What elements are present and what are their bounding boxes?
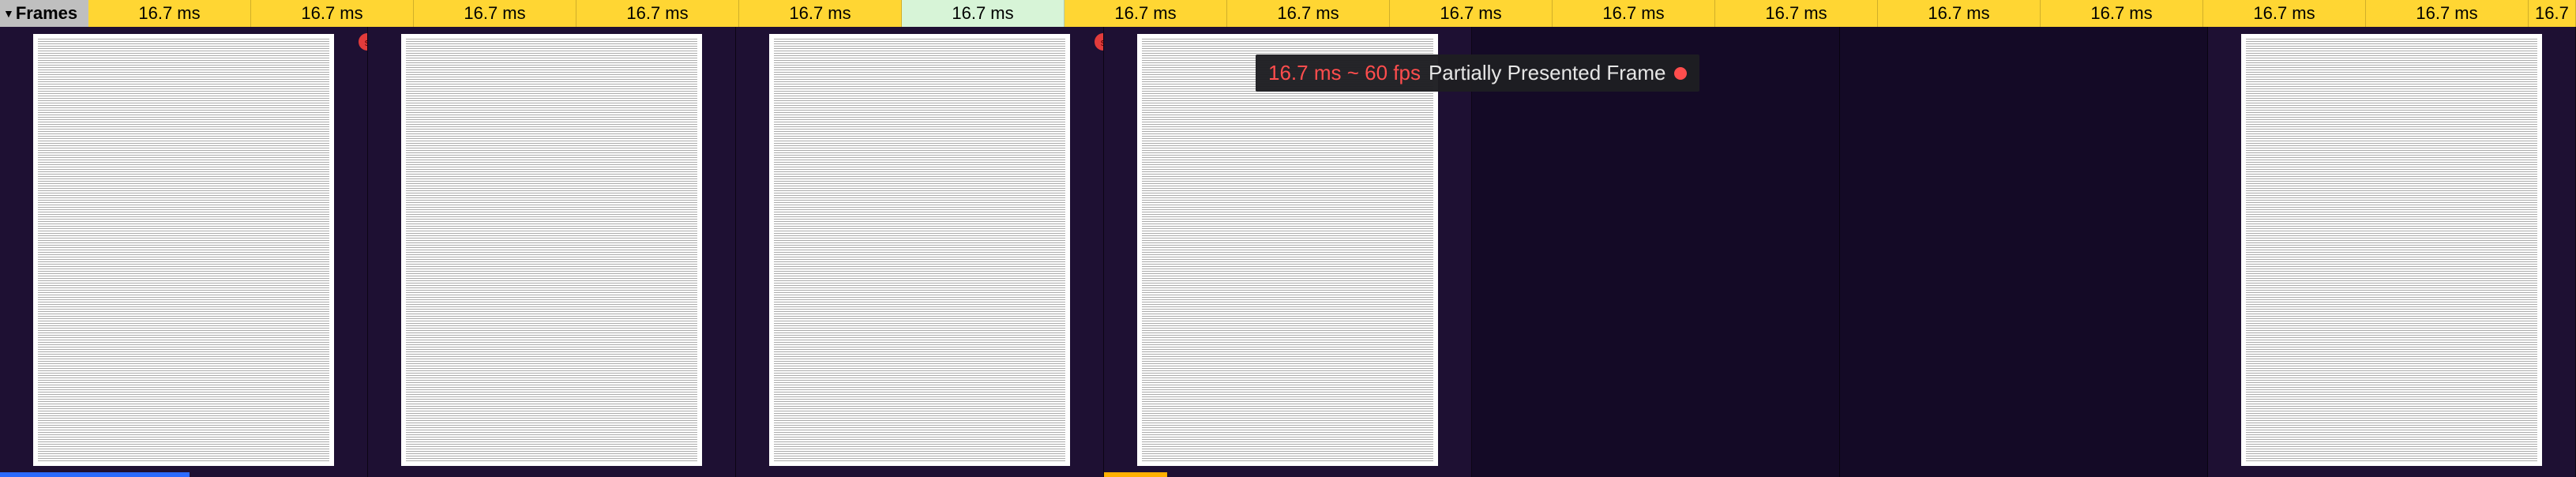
frame-cell[interactable]: 16.7 ms [251,0,414,27]
frame-time: 16.7 ms [1277,3,1339,24]
frame-screenshot[interactable]: s [0,27,368,477]
frame-cell[interactable]: 16.7 ms [2041,0,2203,27]
frame-time: 16.7 ms [1114,3,1176,24]
frame-cell[interactable]: 16.7 ms [2366,0,2529,27]
page-thumbnail [1137,34,1438,466]
layout-shift-marker-icon[interactable]: s [1095,33,1104,51]
frames-header-row: ▼ Frames 16.7 ms 16.7 ms 16.7 ms 16.7 ms… [0,0,2576,27]
frame-time: 16.7 ms [1765,3,1827,24]
frames-track-toggle[interactable]: ▼ Frames [0,0,88,27]
frame-cell[interactable]: 16.7 ms [902,0,1065,27]
frame-cell[interactable]: 16.7 ms [2203,0,2366,27]
frame-screenshot[interactable]: s [736,27,1104,477]
frame-time: 16.7 ms [464,3,525,24]
collapse-triangle-icon: ▼ [3,7,14,20]
frame-time: 16.7 ms [2416,3,2477,24]
page-thumbnail [769,34,1070,466]
frame-cell[interactable]: 16.7 ms [1227,0,1390,27]
frame-time: 16.7 ms [301,3,362,24]
frame-time: 16.7 ms [1928,3,1989,24]
frame-tooltip: 16.7 ms ~ 60 fps Partially Presented Fra… [1256,54,1699,92]
frame-time: 16.7 ms [789,3,851,24]
task-bar [0,472,190,477]
frame-cell[interactable]: 16.7 ms [1065,0,1227,27]
frame-time-truncated: 16.7 [2535,3,2569,24]
layout-shift-marker-icon[interactable]: s [359,33,368,51]
frames-body-row[interactable]: s s 16.7 ms ~ 60 fps Partially Presented… [0,27,2576,477]
page-thumbnail [401,34,702,466]
frame-time: 16.7 ms [626,3,688,24]
frame-time: 16.7 ms [1440,3,1501,24]
task-bar [1104,472,1167,477]
frame-cell[interactable]: 16.7 [2529,0,2576,27]
page-thumbnail [2241,34,2542,466]
frame-time: 16.7 ms [2253,3,2315,24]
tooltip-rate: 16.7 ms ~ 60 fps [1268,61,1421,85]
frame-screenshot[interactable] [2208,27,2576,477]
tooltip-state: Partially Presented Frame [1429,61,1666,85]
frame-time: 16.7 ms [2090,3,2152,24]
partial-frame-dot-icon [1674,67,1687,80]
frame-screenshot[interactable] [1840,27,2208,477]
frame-time: 16.7 ms [138,3,200,24]
frame-time: 16.7 ms [1602,3,1664,24]
page-thumbnail [33,34,334,466]
frame-screenshot[interactable] [1104,27,1472,477]
frame-cell[interactable]: 16.7 ms [414,0,576,27]
frame-cell[interactable]: 16.7 ms [88,0,251,27]
frame-cell[interactable]: 16.7 ms [1715,0,1878,27]
frame-screenshot[interactable] [1472,27,1840,477]
frame-cell[interactable]: 16.7 ms [576,0,739,27]
frame-cell[interactable]: 16.7 ms [739,0,902,27]
timeline-panel: ▼ Frames 16.7 ms 16.7 ms 16.7 ms 16.7 ms… [0,0,2576,477]
frame-cell[interactable]: 16.7 ms [1390,0,1553,27]
frame-cell[interactable]: 16.7 ms [1553,0,1715,27]
frame-time: 16.7 ms [952,3,1013,24]
frames-track-label: Frames [16,3,77,24]
frame-cell[interactable]: 16.7 ms [1878,0,2041,27]
frame-screenshot[interactable] [368,27,736,477]
